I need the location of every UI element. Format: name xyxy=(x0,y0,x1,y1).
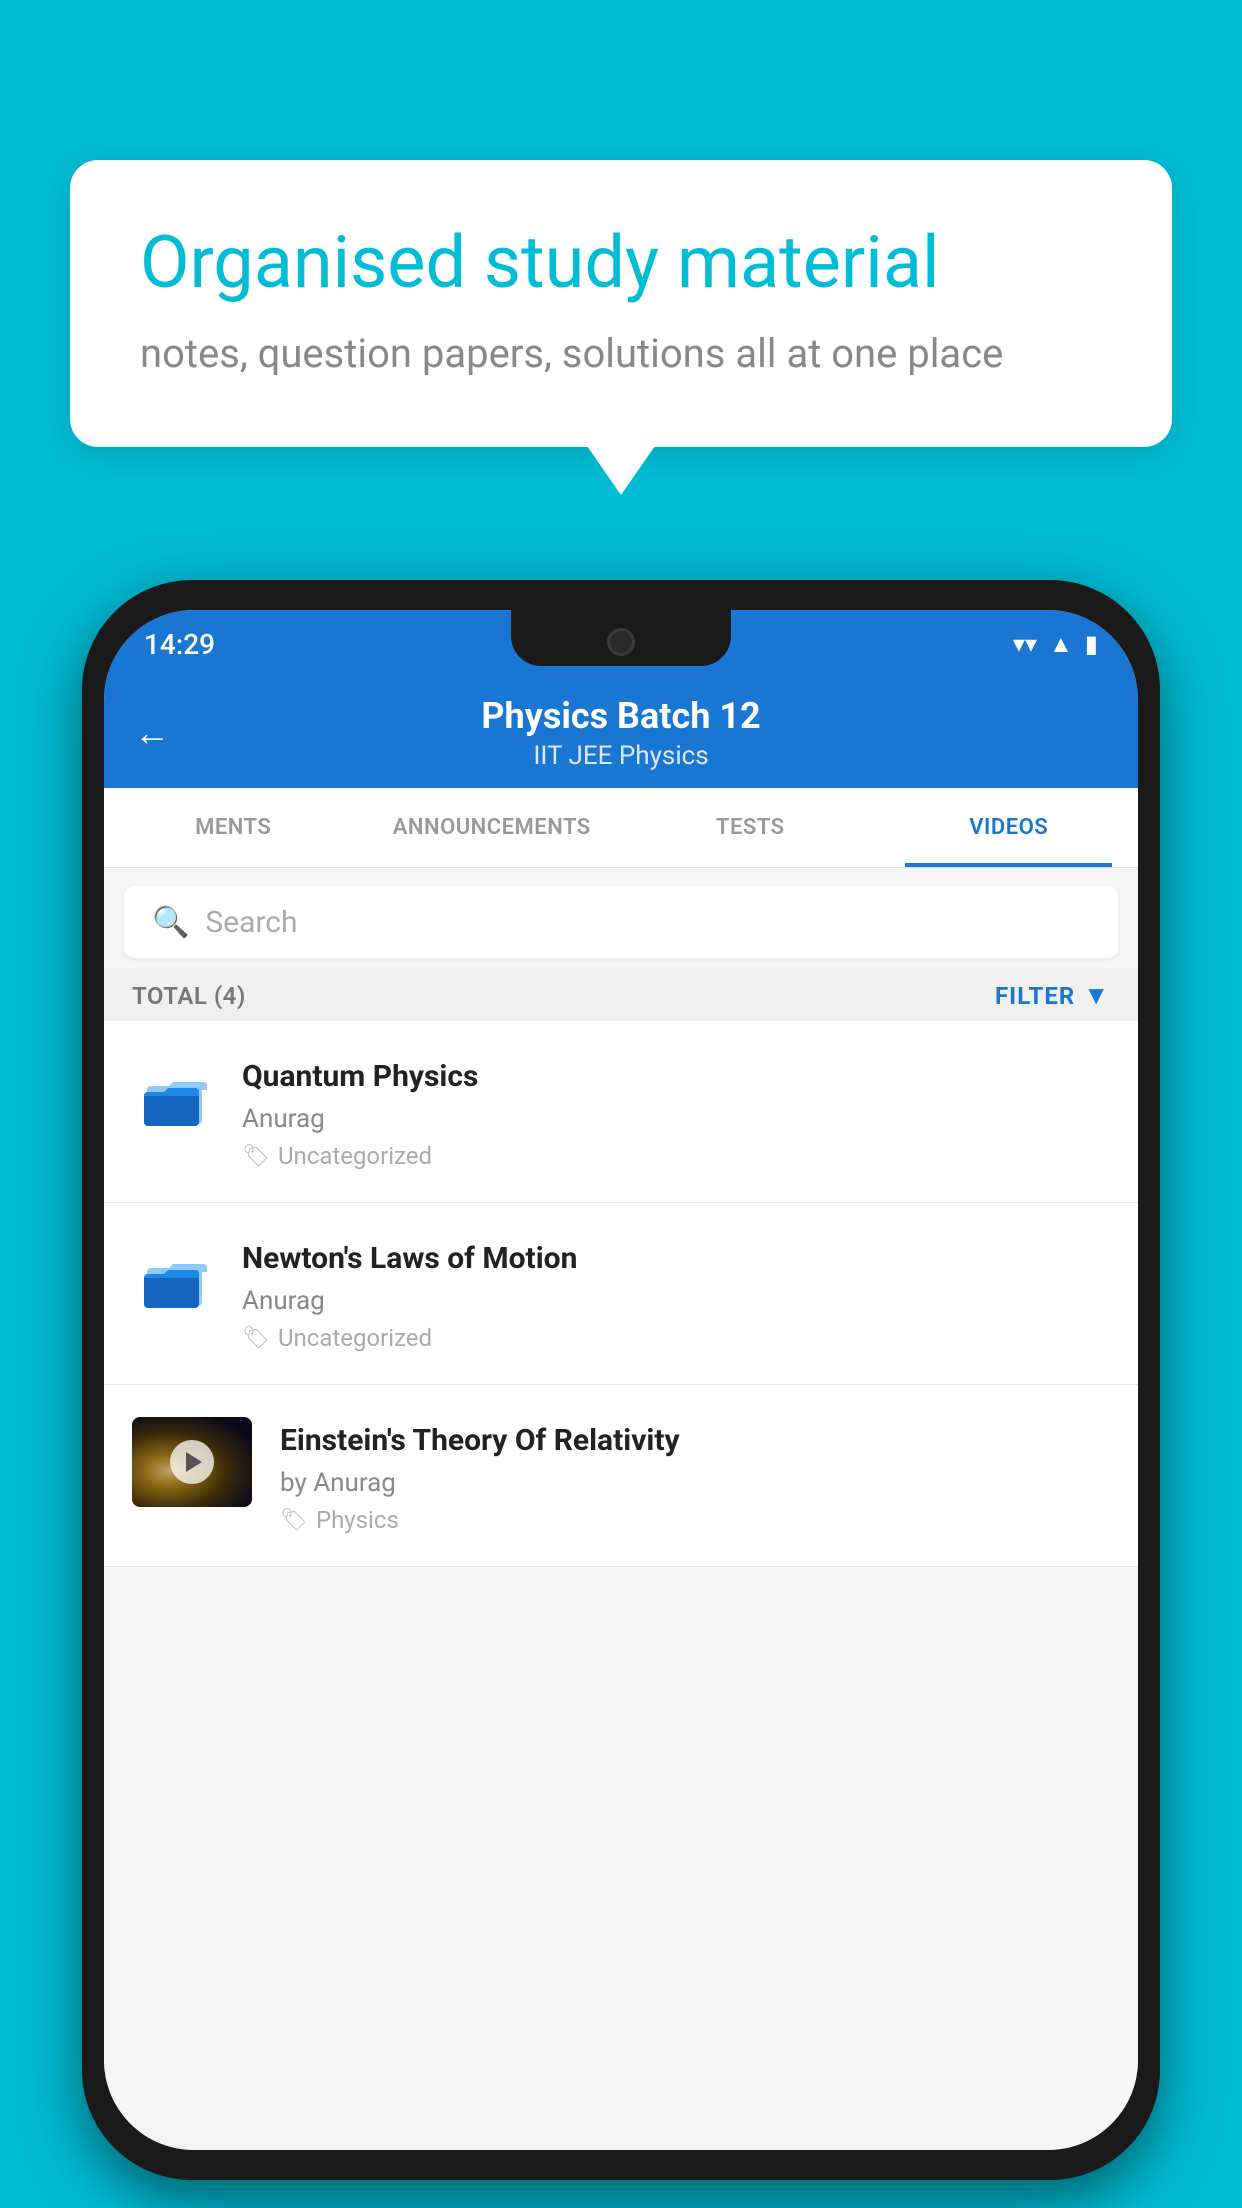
video-info-2: Newton's Laws of Motion Anurag 🏷 Uncateg… xyxy=(242,1235,1110,1352)
phone-frame: 14:29 ▾▾ ▲ ▮ ← Physics Batch 12 IIT JEE … xyxy=(82,580,1160,2180)
play-triangle-icon xyxy=(186,1452,202,1472)
screen-content: 🔍 Search TOTAL (4) FILTER ▼ xyxy=(104,868,1138,2150)
tab-ments[interactable]: MENTS xyxy=(104,788,363,867)
video-title-2: Newton's Laws of Motion xyxy=(242,1239,1110,1278)
video-title-3: Einstein's Theory Of Relativity xyxy=(280,1421,1110,1460)
filter-label: FILTER xyxy=(995,982,1075,1010)
search-icon: 🔍 xyxy=(152,905,189,940)
header-subtitle: IIT JEE Physics xyxy=(533,741,708,771)
status-icons: ▾▾ ▲ ▮ xyxy=(1013,630,1098,659)
tag-icon-2: 🏷 xyxy=(242,1326,270,1351)
video-tag-3: 🏷 Physics xyxy=(280,1506,1110,1534)
phone-screen: 14:29 ▾▾ ▲ ▮ ← Physics Batch 12 IIT JEE … xyxy=(104,610,1138,2150)
list-item[interactable]: Quantum Physics Anurag 🏷 Uncategorized xyxy=(104,1021,1138,1203)
tag-icon-3: 🏷 xyxy=(280,1508,308,1533)
status-time: 14:29 xyxy=(144,628,215,661)
speech-bubble: Organised study material notes, question… xyxy=(70,160,1172,447)
filter-row: TOTAL (4) FILTER ▼ xyxy=(104,968,1138,1021)
list-item[interactable]: Einstein's Theory Of Relativity by Anura… xyxy=(104,1385,1138,1567)
filter-button[interactable]: FILTER ▼ xyxy=(995,980,1110,1011)
video-author-2: Anurag xyxy=(242,1286,1110,1316)
bubble-title: Organised study material xyxy=(140,220,1102,306)
video-tag-2: 🏷 Uncategorized xyxy=(242,1324,1110,1352)
tabs-bar: MENTS ANNOUNCEMENTS TESTS VIDEOS xyxy=(104,788,1138,868)
video-author-3: by Anurag xyxy=(280,1468,1110,1498)
header-title: Physics Batch 12 xyxy=(481,695,760,737)
video-tag-1: 🏷 Uncategorized xyxy=(242,1142,1110,1170)
tab-announcements[interactable]: ANNOUNCEMENTS xyxy=(363,788,622,867)
play-button-3[interactable] xyxy=(170,1440,214,1484)
video-thumbnail-3 xyxy=(132,1417,252,1507)
battery-icon: ▮ xyxy=(1085,630,1098,658)
signal-icon: ▲ xyxy=(1049,630,1073,659)
search-placeholder: Search xyxy=(205,905,297,940)
total-count: TOTAL (4) xyxy=(132,982,246,1010)
video-title-1: Quantum Physics xyxy=(242,1057,1110,1096)
video-folder-icon-2 xyxy=(132,1235,222,1325)
filter-icon: ▼ xyxy=(1083,980,1110,1011)
back-button[interactable]: ← xyxy=(134,712,170,754)
video-info-3: Einstein's Theory Of Relativity by Anura… xyxy=(280,1417,1110,1534)
front-camera xyxy=(607,628,635,656)
list-item[interactable]: Newton's Laws of Motion Anurag 🏷 Uncateg… xyxy=(104,1203,1138,1385)
video-author-1: Anurag xyxy=(242,1104,1110,1134)
phone-notch xyxy=(511,610,731,666)
tag-icon-1: 🏷 xyxy=(242,1144,270,1169)
video-folder-icon-1 xyxy=(132,1053,222,1143)
video-list: Quantum Physics Anurag 🏷 Uncategorized xyxy=(104,1021,1138,1567)
tab-videos[interactable]: VIDEOS xyxy=(880,788,1139,867)
tab-tests[interactable]: TESTS xyxy=(621,788,880,867)
video-info-1: Quantum Physics Anurag 🏷 Uncategorized xyxy=(242,1053,1110,1170)
app-header: ← Physics Batch 12 IIT JEE Physics xyxy=(104,678,1138,788)
search-bar[interactable]: 🔍 Search xyxy=(124,886,1118,958)
bubble-subtitle: notes, question papers, solutions all at… xyxy=(140,330,1102,377)
wifi-icon: ▾▾ xyxy=(1013,630,1037,658)
